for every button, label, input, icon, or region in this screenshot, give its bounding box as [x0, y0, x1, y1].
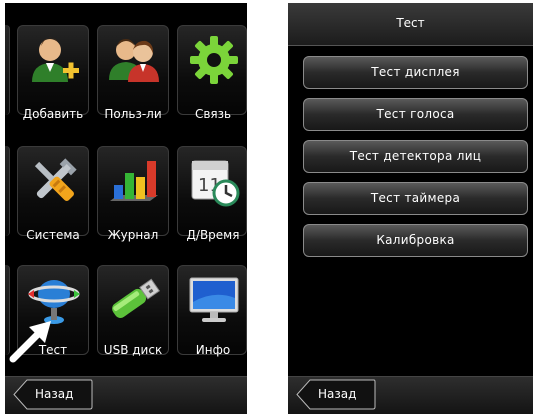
partial-tile	[5, 25, 10, 115]
gear-icon	[190, 36, 238, 84]
pointer-arrow-icon	[9, 321, 51, 363]
tools-icon	[34, 158, 77, 201]
menu-tile-info[interactable]	[177, 265, 247, 355]
menu-tile-add[interactable]	[17, 25, 89, 115]
menu-label-system: Система	[26, 228, 80, 242]
menu-label-users: Польз-ли	[104, 107, 162, 121]
back-label: Назад	[35, 387, 74, 401]
usb-drive-icon	[112, 278, 161, 318]
bottom-bar: Назад	[288, 376, 533, 414]
main-menu-screen: Добавить Польз-ли Связь Система Журнал 1…	[5, 3, 247, 414]
monitor-icon	[189, 277, 239, 322]
users-icon	[109, 39, 159, 82]
voice-test-button[interactable]: Тест голоса	[303, 98, 528, 131]
menu-label-info: Инфо	[195, 343, 231, 357]
menu-tile-users[interactable]	[97, 25, 169, 115]
bottom-bar: Назад	[5, 376, 247, 414]
face-detector-test-button[interactable]: Тест детектора лиц	[303, 140, 528, 173]
test-menu-screen: Тест Тест дисплея Тест голоса Тест детек…	[288, 3, 533, 414]
menu-label-log: Журнал	[107, 228, 159, 242]
menu-tile-datetime[interactable]: 11	[177, 146, 247, 236]
menu-tile-comm[interactable]	[177, 25, 247, 115]
calibration-button[interactable]: Калибровка	[303, 224, 528, 257]
menu-label-usb: USB диск	[103, 343, 163, 357]
display-test-button[interactable]: Тест дисплея	[303, 56, 528, 89]
menu-tile-log[interactable]	[97, 146, 169, 236]
back-label: Назад	[318, 387, 357, 401]
add-user-icon	[32, 37, 79, 82]
timer-test-button[interactable]: Тест таймера	[303, 182, 528, 215]
menu-tile-system[interactable]	[17, 146, 89, 236]
menu-tile-usb[interactable]	[97, 265, 169, 355]
menu-label-add: Добавить	[22, 107, 84, 121]
header-bar: Тест	[288, 3, 533, 46]
menu-label-datetime: Д/Время	[186, 228, 240, 242]
page-title: Тест	[396, 16, 425, 30]
back-button[interactable]: Назад	[13, 379, 93, 410]
menu-label-comm: Связь	[194, 107, 232, 121]
back-button[interactable]: Назад	[296, 379, 376, 410]
partial-tile	[5, 146, 10, 236]
bar-chart-icon	[110, 161, 158, 201]
calendar-clock-icon: 11	[191, 160, 240, 207]
